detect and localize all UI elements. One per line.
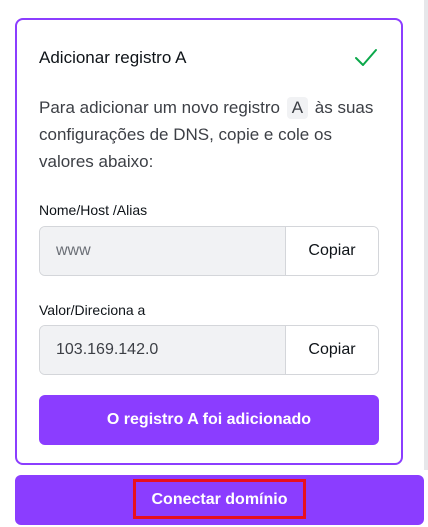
record-type-chip: A bbox=[286, 97, 309, 119]
host-value-field[interactable]: www bbox=[40, 227, 285, 275]
value-field-row: 103.169.142.0 Copiar bbox=[39, 325, 379, 375]
value-field-label: Valor/Direciona a bbox=[39, 302, 146, 318]
checkmark-icon bbox=[353, 45, 379, 71]
instructions-text: Para adicionar um novo registro A às sua… bbox=[39, 94, 379, 175]
copy-host-button[interactable]: Copiar bbox=[285, 227, 378, 275]
add-a-record-card: Adicionar registro A Para adicionar um n… bbox=[15, 18, 403, 465]
ip-value-field[interactable]: 103.169.142.0 bbox=[40, 326, 285, 374]
scrollbar-track bbox=[424, 0, 428, 470]
instructions-before: Para adicionar um novo registro bbox=[39, 98, 280, 117]
card-title: Adicionar registro A bbox=[39, 48, 187, 67]
host-field-row: www Copiar bbox=[39, 226, 379, 276]
connect-domain-button[interactable]: Conectar domínio bbox=[15, 475, 424, 525]
record-added-button[interactable]: O registro A foi adicionado bbox=[39, 395, 379, 445]
card-header: Adicionar registro A bbox=[39, 44, 379, 72]
copy-value-button[interactable]: Copiar bbox=[285, 326, 378, 374]
host-field-label: Nome/Host /Alias bbox=[39, 202, 148, 218]
